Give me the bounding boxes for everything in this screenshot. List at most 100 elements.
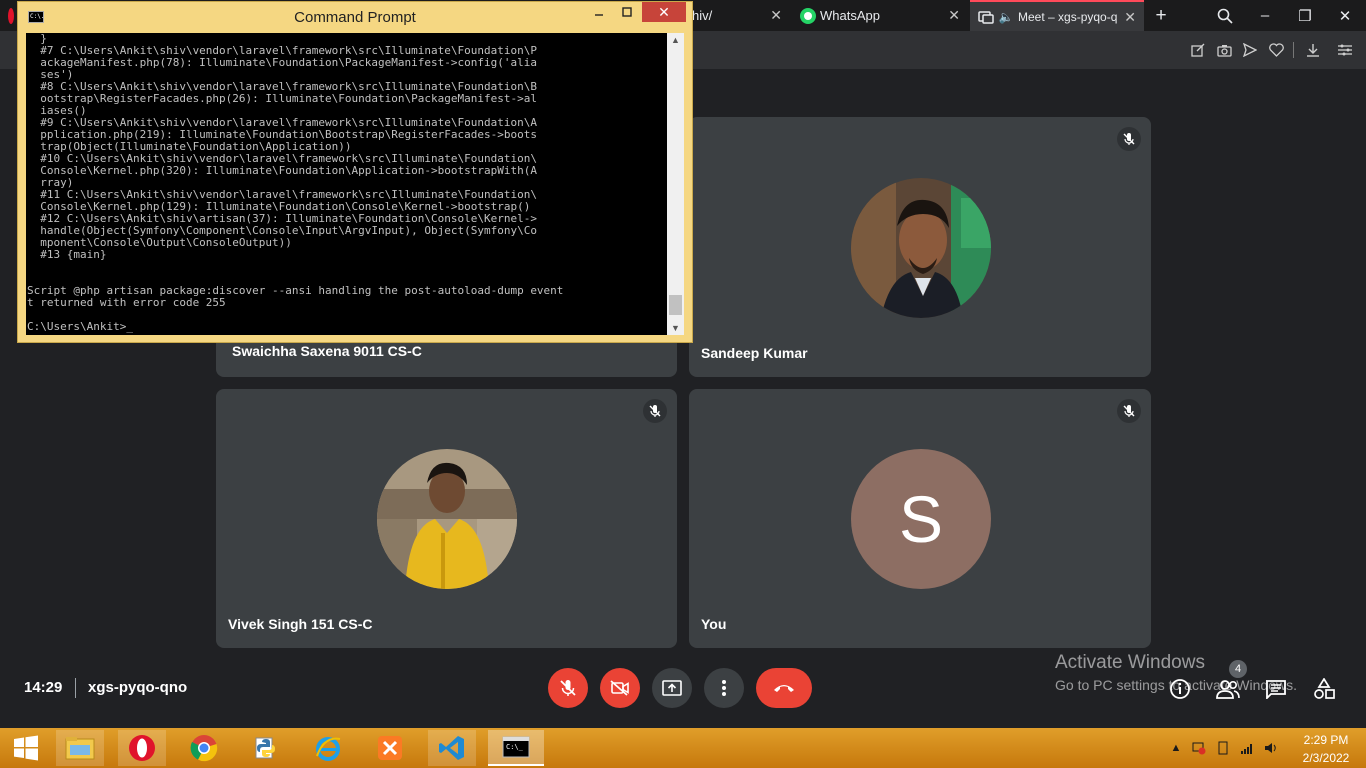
info-icon (1170, 679, 1190, 699)
network-error-icon[interactable] (1192, 741, 1206, 755)
tab-title: Meet – xgs-pyqo-q (1018, 9, 1118, 24)
console-output[interactable]: } #7 C:\Users\Ankit\shiv\vendor\laravel\… (26, 33, 684, 335)
start-button[interactable] (2, 730, 50, 766)
camera-icon[interactable] (1215, 41, 1233, 59)
meeting-divider (75, 678, 76, 698)
meeting-time: 14:29 (24, 679, 63, 696)
people-count-badge: 4 (1229, 660, 1247, 678)
present-icon (662, 680, 682, 696)
participant-tile[interactable]: Sandeep Kumar (689, 117, 1151, 377)
wifi-signal-icon[interactable] (1240, 741, 1254, 755)
participant-name: Swaichha Saxena 9011 CS-C (232, 343, 422, 359)
new-tab-button[interactable]: + (1146, 0, 1176, 31)
whatsapp-icon (800, 7, 816, 24)
hang-up-icon (774, 685, 794, 692)
mic-toggle-button[interactable] (548, 668, 588, 708)
mic-off-icon (643, 399, 667, 423)
taskbar-file-explorer[interactable] (56, 730, 104, 766)
more-vert-icon (722, 680, 726, 696)
send-icon[interactable] (1241, 41, 1259, 59)
console-line: ackageManifest.php(78): Illuminate\Found… (27, 56, 537, 69)
tab-title: WhatsApp (820, 8, 880, 23)
taskbar-opera[interactable] (118, 730, 166, 766)
scroll-up-icon[interactable]: ▲ (671, 35, 680, 45)
participant-tile[interactable]: Vivek Singh 151 CS-C (216, 389, 677, 648)
minimize-button[interactable]: – (1245, 0, 1285, 31)
participant-name: Vivek Singh 151 CS-C (228, 616, 373, 632)
screen: hiv/ ✕ WhatsApp ✕ 🔈 Meet – xgs-pyqo-q ✕ … (0, 0, 1366, 768)
command-prompt-window[interactable]: C:\. Command Prompt ✕ } #7 C:\Users\Anki… (17, 1, 693, 343)
console-line: ootstrap\RegisterFacades.php(26): Illumi… (27, 92, 537, 105)
taskbar-clock-date[interactable]: 2/3/2022 (1296, 751, 1356, 765)
xampp-icon (378, 736, 402, 760)
opera-icon (129, 735, 155, 761)
download-icon[interactable] (1304, 41, 1322, 59)
mic-off-icon (560, 680, 576, 696)
cmd-scrollbar[interactable]: ▲ ▼ (667, 33, 684, 335)
restore-button[interactable]: ❐ (1285, 0, 1325, 31)
cmd-maximize-button[interactable] (613, 2, 641, 22)
leave-call-button[interactable] (756, 668, 812, 708)
camera-off-icon (610, 680, 629, 696)
taskbar-command-prompt[interactable]: C:\_ (488, 730, 544, 766)
avatar (851, 178, 991, 318)
volume-icon[interactable] (1264, 741, 1278, 755)
taskbar-chrome[interactable] (180, 730, 228, 766)
internet-explorer-icon (316, 737, 341, 761)
cmd-title-bar[interactable]: C:\. Command Prompt ✕ (18, 2, 692, 32)
tab-whatsapp[interactable]: WhatsApp ✕ (792, 0, 968, 31)
mic-off-icon (1117, 127, 1141, 151)
easy-setup-icon[interactable] (1336, 41, 1354, 59)
snapshot-edit-icon[interactable] (1189, 41, 1207, 59)
participant-tile-self[interactable]: S You (689, 389, 1151, 648)
tab-shiv[interactable]: hiv/ ✕ (684, 0, 790, 31)
mic-off-icon (1117, 399, 1141, 423)
svg-text:C:\_: C:\_ (506, 743, 524, 751)
taskbar-vscode[interactable] (428, 730, 476, 766)
meet-tab-icon (978, 9, 994, 25)
speaker-muted-icon[interactable]: 🔈 (998, 9, 1014, 25)
close-window-button[interactable]: ✕ (1325, 0, 1365, 31)
taskbar-internet-explorer[interactable] (304, 730, 352, 766)
tab-meet[interactable]: 🔈 Meet – xgs-pyqo-q ✕ (970, 0, 1144, 31)
present-now-button[interactable] (652, 668, 692, 708)
cmd-minimize-button[interactable] (585, 2, 613, 22)
tablet-mode-icon[interactable] (1216, 741, 1230, 755)
search-tabs-icon[interactable] (1205, 0, 1245, 31)
camera-toggle-button[interactable] (600, 668, 640, 708)
chat-icon (1266, 680, 1286, 699)
meeting-code: xgs-pyqo-qno (88, 679, 188, 696)
scroll-down-icon[interactable]: ▼ (671, 323, 680, 333)
people-icon (1216, 680, 1240, 699)
folder-icon (65, 737, 95, 760)
more-options-button[interactable] (704, 668, 744, 708)
activities-icon (1314, 678, 1335, 699)
activities-button[interactable] (1312, 677, 1336, 701)
console-line: t returned with error code 255 (27, 296, 226, 309)
close-tab-icon[interactable]: ✕ (1124, 9, 1136, 26)
close-tab-icon[interactable]: ✕ (770, 7, 782, 24)
heart-icon[interactable] (1267, 41, 1285, 59)
chat-button[interactable] (1264, 677, 1288, 701)
tab-title: hiv/ (692, 8, 713, 23)
vscode-icon (439, 736, 464, 760)
meeting-details-button[interactable] (1168, 677, 1192, 701)
console-line: #13 {main} (27, 248, 107, 261)
taskbar-xampp[interactable] (366, 730, 414, 766)
participant-name: Sandeep Kumar (701, 345, 808, 361)
scroll-thumb[interactable] (669, 295, 682, 315)
activate-windows-title: Activate Windows (1055, 652, 1205, 673)
taskbar-python[interactable] (242, 730, 290, 766)
close-tab-icon[interactable]: ✕ (948, 7, 960, 24)
opera-logo[interactable] (0, 0, 14, 31)
console-text: } #7 C:\Users\Ankit\shiv\vendor\laravel\… (27, 33, 667, 333)
windows-logo-icon (14, 735, 38, 761)
toolbar-divider (1293, 42, 1294, 58)
show-hidden-icons-icon[interactable]: ▲ (1169, 741, 1183, 755)
python-icon (255, 737, 275, 759)
people-button[interactable] (1216, 677, 1240, 701)
chrome-icon (190, 735, 218, 762)
taskbar-clock-time[interactable]: 2:29 PM (1296, 733, 1356, 747)
cmd-close-button[interactable]: ✕ (642, 2, 686, 22)
